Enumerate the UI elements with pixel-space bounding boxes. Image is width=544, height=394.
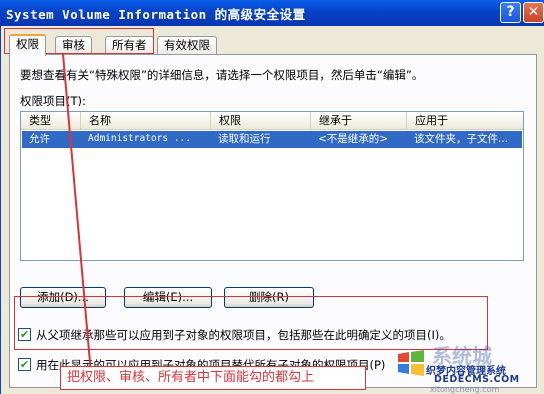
column-header-name[interactable]: 名称 [81,112,211,130]
cell-permission: 读取和运行 [218,133,271,145]
close-button[interactable]: ✕ [523,2,544,23]
tab-permissions[interactable]: 权限 [9,34,46,56]
intro-text: 要想查看有关“特殊权限”的详细信息，请选择一个权限项目，然后单击“编辑”。 [20,68,424,82]
help-button[interactable]: ? [500,2,521,23]
title-bar: System Volume Information 的高级安全设置 ? ✕ [0,0,544,26]
column-header-type[interactable]: 类型 [21,112,81,130]
table-row[interactable]: 允许 Administrators ... 读取和运行 <不是继承的> 该文件夹… [22,131,522,148]
watermark-line3: xitongcheng.com [430,385,500,394]
tab-effective-permissions[interactable]: 有效权限 [157,36,217,55]
permission-entries-list[interactable]: 类型 名称 权限 继承于 应用于 允许 Administrators ... 读… [20,111,524,261]
window-title: System Volume Information 的高级安全设置 [6,7,306,22]
list-header: 类型 名称 权限 继承于 应用于 [21,112,523,130]
permission-entries-label: 权限项目(T): [20,94,86,108]
replace-checkbox[interactable]: ✔ [18,358,31,371]
cell-apply-to: 该文件夹，子文件... [414,133,509,145]
cell-type: 允许 [29,133,50,145]
cell-inherited-from: <不是继承的> [318,133,389,145]
column-header-inherited-from[interactable]: 继承于 [311,112,407,130]
column-header-apply-to[interactable]: 应用于 [407,112,525,130]
windows-logo-icon [398,350,424,376]
watermark: 系统城 织梦内容管理系统 DEDECMS.COM xitongcheng.com [392,340,542,394]
annotation-note: 把权限、审核、所有者中下面能勾的都勾上 [60,366,366,390]
watermark-line2: DEDECMS.COM [434,374,520,385]
column-header-permission[interactable]: 权限 [211,112,311,130]
cell-name: Administrators ... [88,133,191,144]
